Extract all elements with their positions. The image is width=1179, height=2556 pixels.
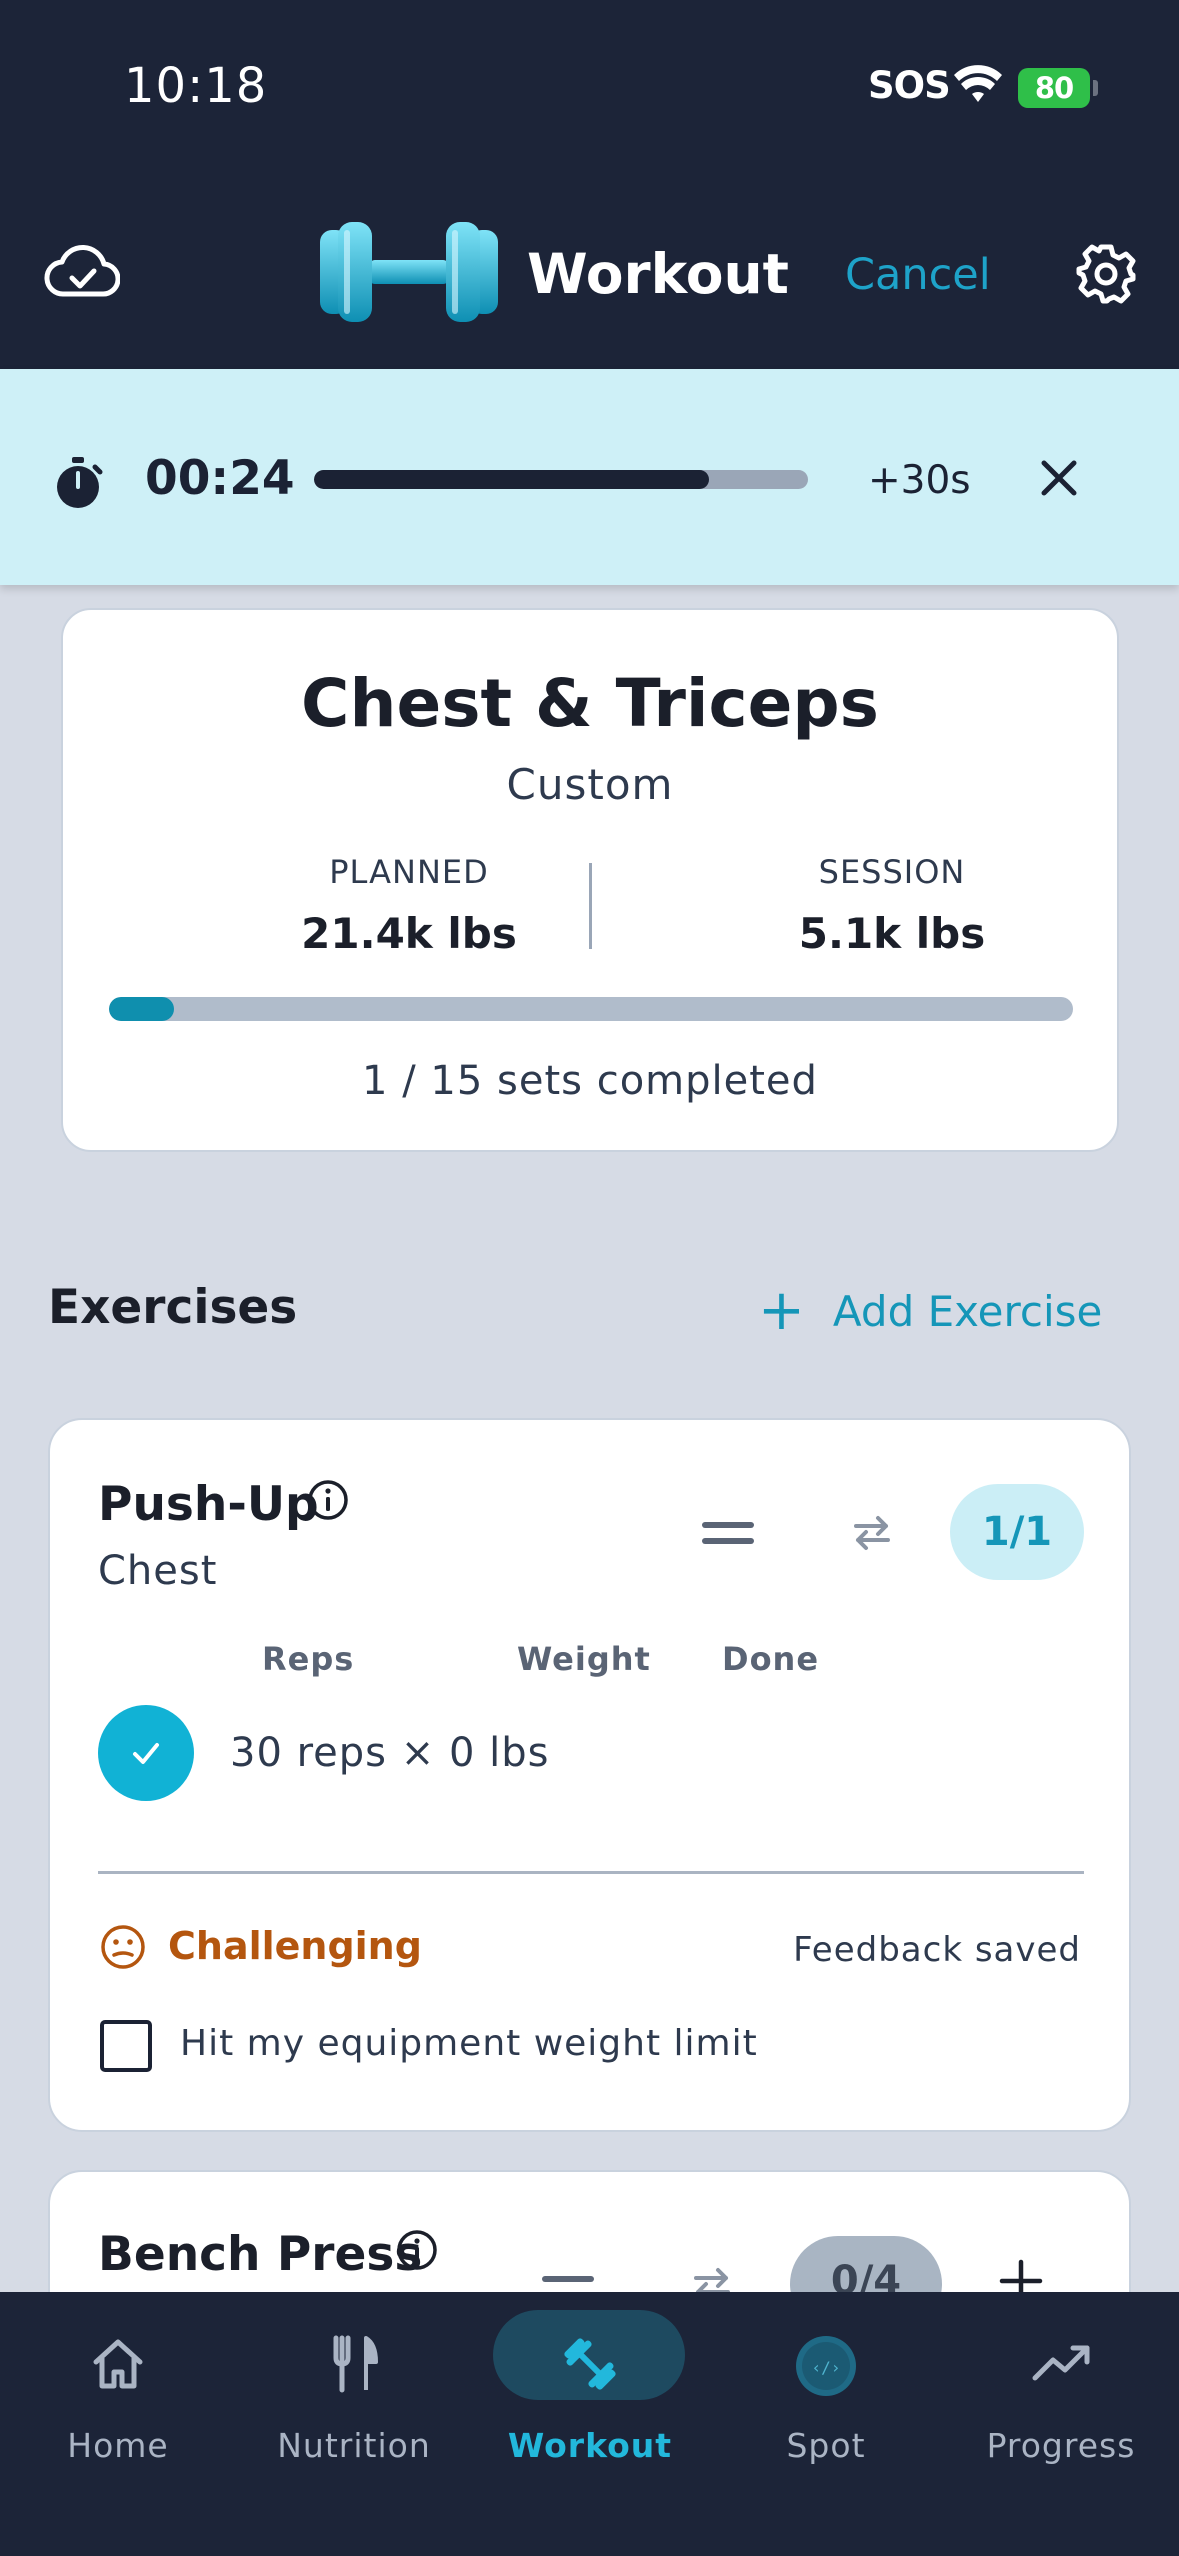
tab-label: Spot <box>786 2426 866 2465</box>
trend-icon <box>1032 2345 1090 2381</box>
planned-stat: PLANNED 21.4k lbs <box>209 853 609 958</box>
done-column-header: Done <box>722 1640 820 1678</box>
set-summary[interactable]: 30 reps × 0 lbs <box>230 1730 549 1776</box>
add-exercise-label: Add Exercise <box>832 1286 1103 1336</box>
bottom-tab-bar: Home Nutrition Workout ‹/› Spot Progress <box>0 2292 1179 2556</box>
planned-label: PLANNED <box>329 853 489 891</box>
exercises-heading: Exercises <box>48 1280 298 1335</box>
close-icon[interactable] <box>1036 455 1082 501</box>
spot-orb-icon: ‹/› <box>796 2336 856 2396</box>
info-icon[interactable] <box>306 1478 350 1522</box>
workout-title: Chest & Triceps <box>301 665 879 742</box>
rest-timer-bar: 00:24 +30s <box>0 369 1179 585</box>
feedback-status: Feedback saved <box>793 1930 1081 1970</box>
timer-value: 00:24 <box>145 451 295 506</box>
wifi-icon <box>954 65 1002 102</box>
cloud-sync-icon[interactable] <box>44 244 120 300</box>
tab-home[interactable]: Home <box>0 2292 236 2472</box>
tab-progress[interactable]: Progress <box>943 2292 1179 2472</box>
cancel-button[interactable]: Cancel <box>845 250 991 300</box>
tab-label: Nutrition <box>277 2426 431 2465</box>
gear-icon[interactable] <box>1075 243 1137 305</box>
session-value: 5.1k lbs <box>798 909 986 958</box>
session-label: SESSION <box>818 853 966 891</box>
header-title: Workout <box>527 242 789 306</box>
sets-progress-bar <box>109 997 1073 1021</box>
info-icon[interactable] <box>395 2228 439 2272</box>
card-divider <box>98 1871 1084 1874</box>
set-done-toggle[interactable] <box>98 1705 194 1801</box>
drag-handle-icon[interactable] <box>702 1518 754 1548</box>
stat-divider <box>589 863 592 949</box>
exercise-muscle: Chest <box>98 1548 218 1594</box>
home-icon <box>93 2339 143 2389</box>
tab-label: Home <box>67 2426 169 2465</box>
battery-cap <box>1093 80 1098 96</box>
sets-progress-fill <box>109 997 174 1021</box>
weight-limit-checkbox[interactable] <box>100 2020 152 2072</box>
add-30s-button[interactable]: +30s <box>868 458 971 503</box>
dumbbell-icon <box>564 2338 616 2390</box>
sos-indicator: SOS <box>868 64 951 107</box>
weight-limit-label[interactable]: Hit my equipment weight limit <box>180 2023 758 2064</box>
checkmark-icon <box>133 1743 159 1764</box>
exercise-name: Push-Up <box>98 1477 319 1532</box>
svg-text:‹/›: ‹/› <box>812 2358 841 2377</box>
tab-spot[interactable]: ‹/› Spot <box>708 2292 944 2472</box>
feedback-label[interactable]: Challenging <box>168 1924 422 1968</box>
exercise-name: Bench Press <box>98 2227 423 2282</box>
status-time: 10:18 <box>124 58 268 114</box>
timer-progress-fill <box>314 470 710 489</box>
workout-summary-card: Chest & Triceps Custom PLANNED 21.4k lbs… <box>61 608 1119 1152</box>
workout-subtitle: Custom <box>506 760 674 809</box>
fork-knife-icon <box>333 2335 378 2393</box>
sets-completed-text: 1 / 15 sets completed <box>362 1058 818 1104</box>
timer-progress-bar <box>314 470 808 489</box>
dumbbell-logo-icon <box>320 222 498 322</box>
weight-column-header: Weight <box>517 1640 651 1678</box>
neutral-face-icon <box>101 1925 145 1969</box>
tab-label: Workout <box>507 2426 673 2465</box>
plus-icon: + <box>758 1278 805 1343</box>
stopwatch-icon <box>57 457 103 508</box>
tab-label: Progress <box>986 2426 1136 2465</box>
add-exercise-button[interactable]: + Add Exercise <box>758 1283 1102 1339</box>
tab-workout[interactable]: Workout <box>472 2292 708 2472</box>
battery-level: 80 <box>1034 71 1074 105</box>
app-header: 10:18 SOS 80 Workout Cancel <box>0 0 1179 369</box>
tab-nutrition[interactable]: Nutrition <box>236 2292 472 2472</box>
swap-icon[interactable] <box>850 1512 894 1552</box>
session-stat: SESSION 5.1k lbs <box>692 853 1092 958</box>
battery-indicator: 80 <box>1018 68 1090 108</box>
sets-count-badge[interactable]: 1/1 <box>950 1484 1084 1580</box>
planned-value: 21.4k lbs <box>301 909 517 958</box>
reps-column-header: Reps <box>262 1640 355 1678</box>
exercise-card: Push-Up Chest 1/1 Reps Weight Done 30 re… <box>48 1418 1131 2132</box>
